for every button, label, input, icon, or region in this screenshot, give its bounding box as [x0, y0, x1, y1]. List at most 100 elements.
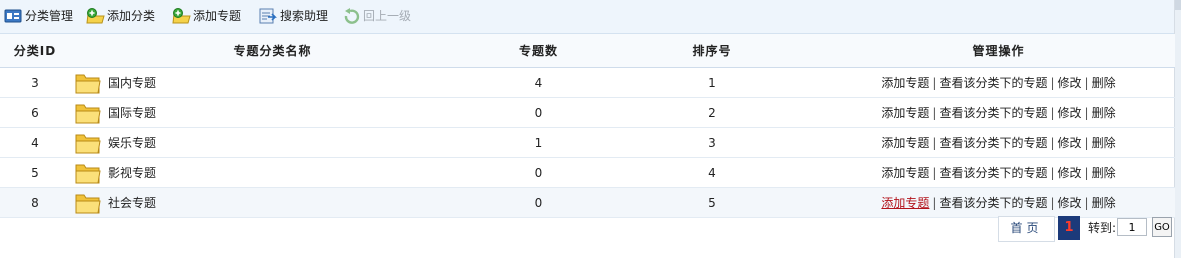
- table-row: 5 影视专题 0 4 添加专题 | 查看该分类下的专题 | 修改 | 删除: [0, 157, 1175, 188]
- add-topic-link[interactable]: 添加专题: [881, 106, 929, 120]
- folder-icon: [75, 192, 101, 214]
- separator: |: [932, 166, 937, 180]
- add-topic-icon: [172, 8, 191, 24]
- table-row: 6 国际专题 0 2 添加专题 | 查看该分类下的专题 | 修改 | 删除: [0, 97, 1175, 128]
- cell-name: 社会专题: [70, 187, 475, 218]
- delete-link[interactable]: 删除: [1092, 196, 1116, 210]
- add-topic-link[interactable]: 添加专题: [881, 136, 929, 150]
- back-icon: [342, 8, 360, 24]
- delete-link[interactable]: 删除: [1092, 106, 1116, 120]
- cell-id: 3: [0, 67, 70, 98]
- cell-ops: 添加专题 | 查看该分类下的专题 | 修改 | 删除: [822, 97, 1175, 128]
- separator: |: [932, 106, 937, 120]
- toolbar-category-manage[interactable]: 分类管理: [4, 7, 73, 25]
- category-name-link[interactable]: 国内专题: [108, 74, 156, 91]
- cell-ops: 添加专题 | 查看该分类下的专题 | 修改 | 删除: [822, 187, 1175, 218]
- edit-link[interactable]: 修改: [1058, 106, 1082, 120]
- toolbar-label: 添加专题: [193, 9, 242, 23]
- edit-link[interactable]: 修改: [1058, 196, 1082, 210]
- cell-count: 0: [475, 97, 602, 128]
- toolbar-back[interactable]: 回上一级: [342, 7, 411, 25]
- view-topics-link[interactable]: 查看该分类下的专题: [939, 76, 1047, 90]
- toolbar-search-assistant[interactable]: 搜索助理: [259, 7, 328, 25]
- category-name-link[interactable]: 娱乐专题: [108, 134, 156, 151]
- table-row: 4 娱乐专题 1 3 添加专题 | 查看该分类下的专题 | 修改 | 删除: [0, 127, 1175, 158]
- cell-ops: 添加专题 | 查看该分类下的专题 | 修改 | 删除: [822, 157, 1175, 188]
- delete-link[interactable]: 删除: [1092, 136, 1116, 150]
- cell-count: 1: [475, 127, 602, 158]
- view-topics-link[interactable]: 查看该分类下的专题: [939, 106, 1047, 120]
- toolbar: 分类管理 添加分类 添加专题 搜索助理 回上一级: [0, 0, 1175, 34]
- separator: |: [1084, 166, 1089, 180]
- search-assistant-icon: [259, 8, 277, 24]
- table-header-row: 分类ID 专题分类名称 专题数 排序号 管理操作: [0, 34, 1175, 68]
- cell-sort: 2: [602, 97, 822, 128]
- separator: |: [1084, 196, 1089, 210]
- folder-icon: [75, 132, 101, 154]
- folder-icon: [75, 162, 101, 184]
- toolbar-label: 回上一级: [363, 9, 412, 23]
- delete-link[interactable]: 删除: [1092, 76, 1116, 90]
- pager-first-button[interactable]: 首页: [998, 216, 1055, 242]
- pager-goto-input[interactable]: [1117, 218, 1147, 236]
- category-name-link[interactable]: 影视专题: [108, 164, 156, 181]
- cell-id: 4: [0, 127, 70, 158]
- header-id: 分类ID: [0, 34, 70, 68]
- view-topics-link[interactable]: 查看该分类下的专题: [939, 196, 1047, 210]
- cell-sort: 5: [602, 187, 822, 218]
- toolbar-add-category[interactable]: 添加分类: [86, 7, 155, 25]
- separator: |: [1050, 76, 1055, 90]
- cell-count: 4: [475, 67, 602, 98]
- cell-count: 0: [475, 157, 602, 188]
- separator: |: [1084, 106, 1089, 120]
- cell-id: 8: [0, 187, 70, 218]
- scroll-up-arrow[interactable]: [1175, 0, 1181, 10]
- cell-name: 国际专题: [70, 97, 475, 128]
- toolbar-label: 分类管理: [25, 9, 74, 23]
- cell-name: 影视专题: [70, 157, 475, 188]
- table-row: 3 国内专题 4 1 添加专题 | 查看该分类下的专题 | 修改 | 删除: [0, 67, 1175, 98]
- cell-ops: 添加专题 | 查看该分类下的专题 | 修改 | 删除: [822, 127, 1175, 158]
- header-ops: 管理操作: [822, 34, 1175, 68]
- view-topics-link[interactable]: 查看该分类下的专题: [939, 166, 1047, 180]
- header-sort: 排序号: [602, 34, 822, 68]
- folder-icon: [75, 102, 101, 124]
- cell-name: 娱乐专题: [70, 127, 475, 158]
- toolbar-label: 添加分类: [107, 9, 156, 23]
- pager-current-page: 1: [1058, 216, 1080, 240]
- folder-icon: [75, 72, 101, 94]
- edit-link[interactable]: 修改: [1058, 76, 1082, 90]
- cell-id: 5: [0, 157, 70, 188]
- table-row: 8 社会专题 0 5 添加专题 | 查看该分类下的专题 | 修改 | 删除: [0, 187, 1175, 218]
- add-topic-link[interactable]: 添加专题: [881, 76, 929, 90]
- delete-link[interactable]: 删除: [1092, 166, 1116, 180]
- cell-sort: 3: [602, 127, 822, 158]
- header-name: 专题分类名称: [70, 34, 475, 68]
- separator: |: [1050, 166, 1055, 180]
- vertical-scrollbar[interactable]: [1174, 0, 1181, 258]
- view-topics-link[interactable]: 查看该分类下的专题: [939, 136, 1047, 150]
- pager-go-button[interactable]: GO: [1152, 217, 1172, 237]
- separator: |: [932, 136, 937, 150]
- topic-category-table: 分类ID 专题分类名称 专题数 排序号 管理操作 3 国内专题 4 1 添加专题…: [0, 34, 1175, 218]
- separator: |: [1084, 136, 1089, 150]
- separator: |: [1084, 76, 1089, 90]
- separator: |: [1050, 136, 1055, 150]
- cell-sort: 4: [602, 157, 822, 188]
- pager-goto-label: 转到:: [1088, 221, 1117, 235]
- add-category-icon: [86, 8, 105, 24]
- edit-link[interactable]: 修改: [1058, 166, 1082, 180]
- category-manage-icon: [4, 8, 22, 24]
- toolbar-label: 搜索助理: [280, 9, 329, 23]
- header-count: 专题数: [475, 34, 602, 68]
- add-topic-link[interactable]: 添加专题: [881, 166, 929, 180]
- toolbar-add-topic[interactable]: 添加专题: [172, 7, 241, 25]
- cell-count: 0: [475, 187, 602, 218]
- category-name-link[interactable]: 国际专题: [108, 104, 156, 121]
- add-topic-link[interactable]: 添加专题: [881, 196, 929, 210]
- cell-name: 国内专题: [70, 67, 475, 98]
- edit-link[interactable]: 修改: [1058, 136, 1082, 150]
- category-name-link[interactable]: 社会专题: [108, 194, 156, 211]
- separator: |: [1050, 196, 1055, 210]
- cell-ops: 添加专题 | 查看该分类下的专题 | 修改 | 删除: [822, 67, 1175, 98]
